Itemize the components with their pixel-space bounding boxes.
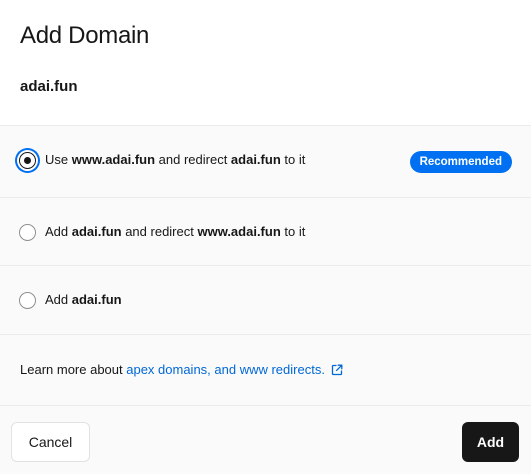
cancel-button[interactable]: Cancel [11, 422, 90, 462]
learn-more-section: Learn more about apex domains, and www r… [0, 335, 531, 406]
external-link-icon [331, 364, 343, 376]
option-label: Use www.adai.fun and redirect adai.fun t… [45, 152, 306, 167]
radio-button[interactable] [19, 224, 36, 241]
domain-name: adai.fun [20, 78, 78, 95]
radio-button[interactable] [19, 292, 36, 309]
learn-more-text: Learn more about apex domains, and www r… [20, 362, 343, 377]
dialog-footer: Cancel Add [0, 406, 531, 474]
dialog-title: Add Domain [20, 22, 150, 49]
recommended-badge: Recommended [409, 151, 512, 173]
add-domain-dialog: Add Domain adai.fun Use www.adai.fun and… [0, 0, 531, 474]
option-apex-redirect[interactable]: Add adai.fun and redirect www.adai.fun t… [0, 198, 531, 266]
radio-button-selected[interactable] [19, 152, 36, 169]
dialog-header: Add Domain adai.fun [0, 0, 531, 126]
option-apex-only[interactable]: Add adai.fun [0, 266, 531, 335]
learn-more-link[interactable]: apex domains, and www redirects. [126, 362, 343, 377]
option-label: Add adai.fun [45, 292, 122, 307]
option-label: Add adai.fun and redirect www.adai.fun t… [45, 224, 306, 239]
add-button[interactable]: Add [462, 422, 519, 462]
option-www-redirect[interactable]: Use www.adai.fun and redirect adai.fun t… [0, 126, 531, 198]
